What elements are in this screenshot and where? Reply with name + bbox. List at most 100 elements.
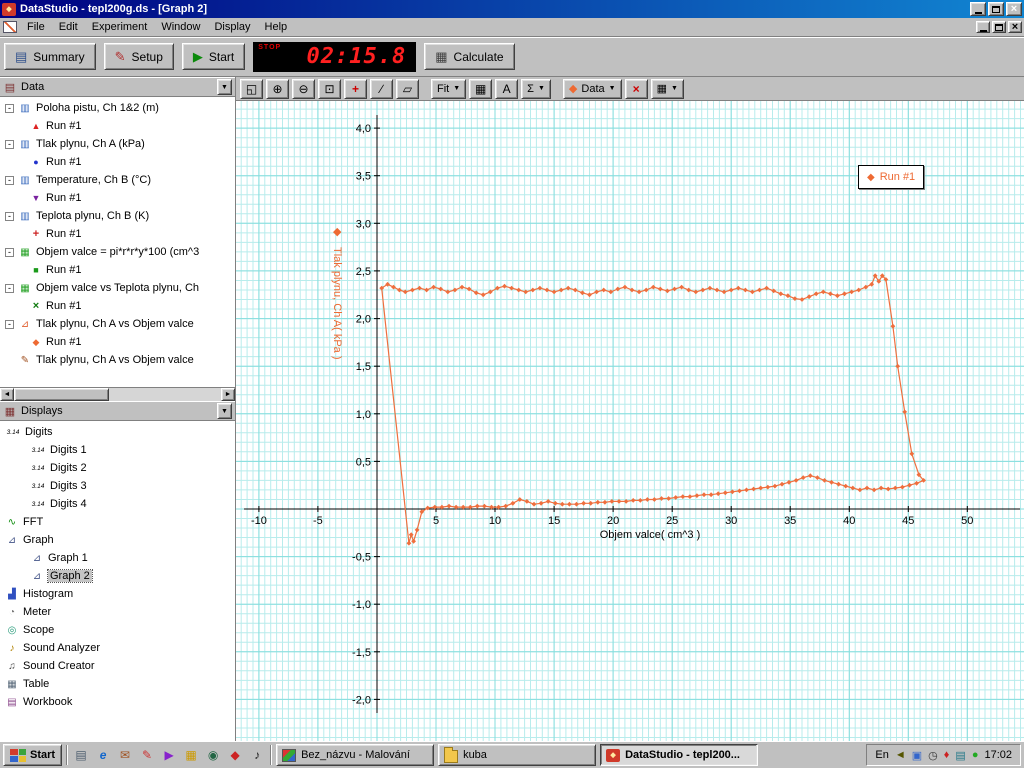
smart-tool-button[interactable]: +	[344, 78, 367, 99]
zoom-in-button[interactable]: ⊕	[266, 78, 289, 99]
mdi-minimize-button[interactable]	[976, 21, 990, 33]
collapse-icon[interactable]	[5, 103, 14, 113]
task-button-folder[interactable]: kuba	[438, 744, 597, 766]
collapse-icon[interactable]	[5, 211, 14, 221]
zoom-select-button[interactable]: ⊡	[318, 78, 341, 99]
scrollbar-thumb[interactable]	[14, 388, 109, 401]
run-item[interactable]: ■ Run #1	[0, 261, 235, 279]
menu-display[interactable]: Display	[207, 19, 257, 35]
fit-dropdown-button[interactable]: Fit ▼	[431, 78, 467, 99]
quick-launch-media-icon[interactable]: ▶	[160, 746, 178, 764]
run-item[interactable]: × Run #1	[0, 297, 235, 315]
menu-edit[interactable]: Edit	[52, 19, 85, 35]
data-panel-dropdown-button[interactable]: ▼	[217, 79, 232, 95]
menu-window[interactable]: Window	[154, 19, 207, 35]
menu-file[interactable]: File	[20, 19, 52, 35]
data-item[interactable]: ▥ Teplota plynu, Ch B (K)	[0, 207, 235, 225]
slope-tool-button[interactable]: ∕	[370, 78, 393, 99]
quick-launch-show-desktop-icon[interactable]: ▤	[72, 746, 90, 764]
language-indicator[interactable]: En	[875, 749, 888, 761]
display-item[interactable]: 3.14 Digits 4	[0, 495, 235, 513]
minimize-button[interactable]	[970, 2, 986, 16]
display-item[interactable]: ◔ Meter	[0, 603, 235, 621]
display-item[interactable]: ▟ Histogram	[0, 585, 235, 603]
data-tree-hscrollbar[interactable]: ◄ ►	[0, 387, 235, 401]
display-item[interactable]: 3.14 Digits	[0, 423, 235, 441]
data-item[interactable]: ▥ Tlak plynu, Ch A (kPa)	[0, 135, 235, 153]
data-dropdown-button[interactable]: ◆ Data ▼	[562, 78, 622, 99]
display-item[interactable]: 3.14 Digits 1	[0, 441, 235, 459]
run-item[interactable]: ◆ Run #1	[0, 333, 235, 351]
display-item[interactable]: ◎ Scope	[0, 621, 235, 639]
task-button-datastudio[interactable]: DataStudio - tepl200...	[600, 744, 759, 766]
data-item[interactable]: ▥ Temperature, Ch B (°C)	[0, 171, 235, 189]
calculator-button[interactable]: ▦	[469, 78, 493, 99]
tray-updater-icon[interactable]: ●	[972, 749, 979, 761]
run-item[interactable]: ▼ Run #1	[0, 189, 235, 207]
display-item[interactable]: ⊿ Graph	[0, 531, 235, 549]
display-item[interactable]: ♫ Sound Creator	[0, 657, 235, 675]
collapse-icon[interactable]	[5, 319, 14, 329]
tray-scheduler-icon[interactable]: ◷	[928, 749, 938, 762]
mdi-restore-button[interactable]	[992, 21, 1006, 33]
quick-launch-reader-icon[interactable]: ◆	[226, 746, 244, 764]
display-item[interactable]: 3.14 Digits 2	[0, 459, 235, 477]
tray-display-icon[interactable]: ▣	[912, 749, 922, 762]
data-item[interactable]: ▥ Poloha pistu, Ch 1&2 (m)	[0, 99, 235, 117]
collapse-icon[interactable]	[5, 247, 14, 257]
collapse-icon[interactable]	[5, 283, 14, 293]
close-button[interactable]: ×	[1006, 2, 1022, 16]
x-axis-title[interactable]: Objem valce( cm^3 )	[550, 529, 750, 541]
scroll-left-button[interactable]: ◄	[0, 388, 14, 401]
statistics-dropdown-button[interactable]: Σ ▼	[521, 78, 551, 99]
display-item[interactable]: ▤ Workbook	[0, 693, 235, 711]
scale-to-fit-button[interactable]: ◱	[240, 78, 263, 99]
display-item[interactable]: 3.14 Digits 3	[0, 477, 235, 495]
restore-button[interactable]	[988, 2, 1004, 16]
app-icon[interactable]	[2, 2, 16, 16]
display-item[interactable]: ♪ Sound Analyzer	[0, 639, 235, 657]
text-tool-button[interactable]: A	[495, 78, 519, 99]
displays-panel-dropdown-button[interactable]: ▼	[217, 403, 232, 419]
data-item[interactable]: ⊿ Tlak plynu, Ch A vs Objem valce	[0, 315, 235, 333]
graph-settings-button[interactable]: ▦ ▼	[650, 78, 684, 99]
collapse-icon[interactable]	[5, 175, 14, 185]
tray-network-icon[interactable]: ▤	[955, 749, 965, 762]
mdi-close-button[interactable]: ×	[1008, 21, 1022, 33]
start-button[interactable]: ▶ Start	[181, 43, 246, 70]
menu-experiment[interactable]: Experiment	[85, 19, 155, 35]
menu-help[interactable]: Help	[258, 19, 295, 35]
data-item[interactable]: ✎ Tlak plynu, Ch A vs Objem valce	[0, 351, 235, 369]
data-item[interactable]: ▦ Objem valce vs Teplota plynu, Ch	[0, 279, 235, 297]
run-item[interactable]: ● Run #1	[0, 153, 235, 171]
zoom-out-button[interactable]: ⊖	[292, 78, 315, 99]
quick-launch-paint-icon[interactable]: ✎	[138, 746, 156, 764]
graph-plot[interactable]: -10 -5 5 10 15 20 25 30 35 40 45 50 4,0 3,5 3,0 2,5 2,0 1…	[236, 101, 1024, 741]
quick-launch-browser-icon[interactable]: ◉	[204, 746, 222, 764]
display-item-selected[interactable]: ⊿ Graph 2	[0, 567, 235, 585]
scrollbar-track[interactable]	[109, 388, 221, 401]
calculate-button[interactable]: ▦ Calculate	[424, 43, 515, 70]
display-item[interactable]: ▦ Table	[0, 675, 235, 693]
quick-launch-mail-icon[interactable]: ✉	[116, 746, 134, 764]
tray-volume-icon[interactable]: ◄	[895, 749, 906, 761]
collapse-icon[interactable]	[5, 139, 14, 149]
tray-antivirus-icon[interactable]: ♦	[944, 749, 950, 761]
scroll-right-button[interactable]: ►	[221, 388, 235, 401]
summary-button[interactable]: ▤ Summary	[4, 43, 96, 70]
quick-launch-music-icon[interactable]: ♪	[248, 746, 266, 764]
quick-launch-explorer-icon[interactable]: ▦	[182, 746, 200, 764]
delete-button[interactable]: ×	[624, 78, 648, 99]
display-item[interactable]: ⊿ Graph 1	[0, 549, 235, 567]
run-item[interactable]: + Run #1	[0, 225, 235, 243]
graph-legend[interactable]: ◆ Run #1	[858, 165, 925, 189]
setup-button[interactable]: ✎ Setup	[103, 43, 174, 70]
run-item[interactable]: ▲ Run #1	[0, 117, 235, 135]
start-menu-button[interactable]: Start	[3, 744, 63, 766]
note-tool-button[interactable]: ▱	[396, 78, 419, 99]
mdi-child-icon[interactable]	[3, 21, 17, 33]
display-item[interactable]: ∿ FFT	[0, 513, 235, 531]
task-button-paint[interactable]: Bez_názvu - Malování	[276, 744, 435, 766]
data-item[interactable]: ▦ Objem valce = pi*r*r*y*100 (cm^3	[0, 243, 235, 261]
quick-launch-ie-icon[interactable]: e	[94, 746, 112, 764]
